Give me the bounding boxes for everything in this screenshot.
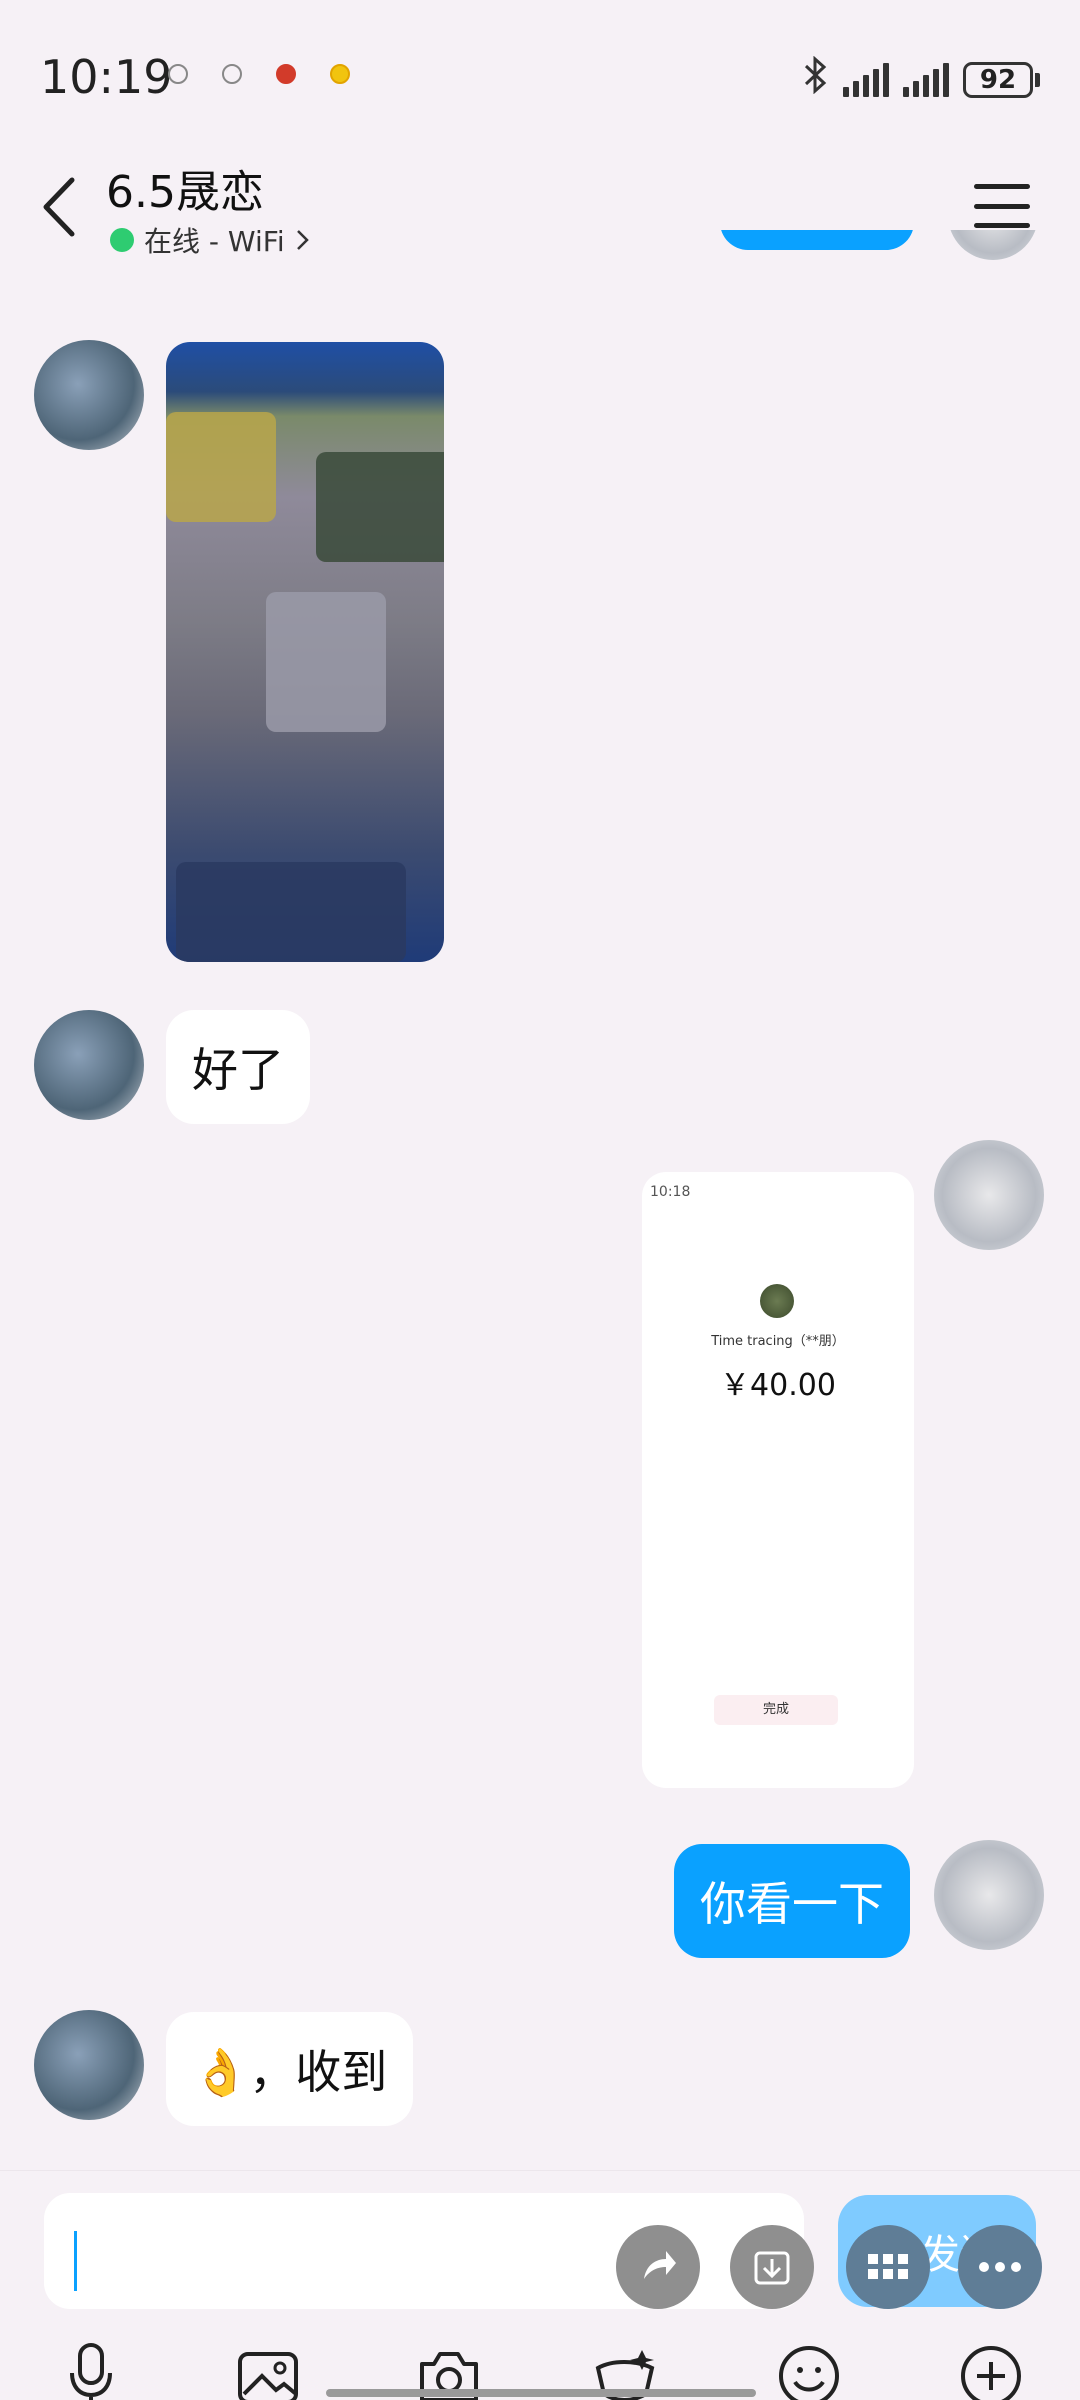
grid-icon [868, 2254, 908, 2279]
message-bubble[interactable]: 你看一下 [674, 1844, 910, 1958]
contact-avatar[interactable] [34, 340, 144, 450]
signal-icon [843, 62, 889, 97]
status-bar: 10:19 92 [0, 0, 1080, 150]
input-area: 发送 [0, 2170, 1080, 2400]
screenshot-status-time: 10:18 [650, 1184, 691, 1200]
message-bubble[interactable]: 👌，收到 [166, 2012, 414, 2126]
emoji-button[interactable] [774, 2341, 844, 2400]
payee-avatar [760, 1284, 794, 1318]
image-message[interactable]: 10:18 Time tracing（**朋） ￥40.00 完成 [642, 1172, 914, 1788]
weibo-icon [276, 64, 296, 84]
payee-name: Time tracing（**朋） [711, 1334, 845, 1349]
message-list[interactable]: 好了 10:18 Time tracing（**朋） ￥40.00 完成 你看一… [0, 230, 1080, 2170]
emoji-icon [779, 2346, 839, 2400]
status-indicators: 92 [803, 55, 1040, 103]
share-button[interactable] [616, 2225, 700, 2309]
battery-icon: 92 [963, 61, 1040, 98]
image-icon [238, 2352, 298, 2400]
notification-icon [222, 64, 242, 84]
download-icon [754, 2251, 790, 2285]
emoji-icon [330, 64, 350, 84]
share-icon [644, 2251, 676, 2279]
image-button[interactable] [234, 2341, 304, 2400]
menu-button[interactable] [974, 178, 1030, 234]
home-indicator[interactable] [326, 2389, 756, 2397]
more-button[interactable] [958, 2225, 1042, 2309]
contact-name[interactable]: 6.5晟恋 [106, 156, 264, 220]
contact-avatar[interactable] [34, 1010, 144, 1120]
grid-button[interactable] [846, 2225, 930, 2309]
notification-icon [168, 64, 188, 84]
notification-icons [168, 64, 350, 84]
bluetooth-icon [803, 55, 829, 103]
signal-icon [903, 62, 949, 97]
message-bubble[interactable]: 好了 [166, 1010, 310, 1124]
microphone-icon [70, 2343, 112, 2400]
done-button-image: 完成 [714, 1695, 838, 1725]
status-time: 10:19 [40, 50, 173, 104]
text-caret [74, 2231, 77, 2291]
contact-avatar[interactable] [34, 2010, 144, 2120]
plus-icon [961, 2346, 1021, 2400]
menu-icon [974, 184, 1030, 189]
my-avatar[interactable] [934, 1840, 1044, 1950]
message-text: 好了 [192, 1043, 284, 1097]
plus-button[interactable] [956, 2341, 1026, 2400]
voice-button[interactable] [56, 2341, 126, 2400]
my-avatar[interactable] [948, 230, 1038, 260]
more-icon [979, 2262, 1021, 2272]
payment-amount: ￥40.00 [720, 1368, 836, 1403]
message-text: 你看一下 [700, 1877, 884, 1931]
battery-level: 92 [963, 61, 1033, 98]
download-button[interactable] [730, 2225, 814, 2309]
message-text: 👌，收到 [192, 2045, 388, 2099]
my-avatar[interactable] [934, 1140, 1044, 1250]
image-message[interactable] [166, 342, 444, 962]
message-bubble-partial[interactable] [720, 230, 914, 250]
